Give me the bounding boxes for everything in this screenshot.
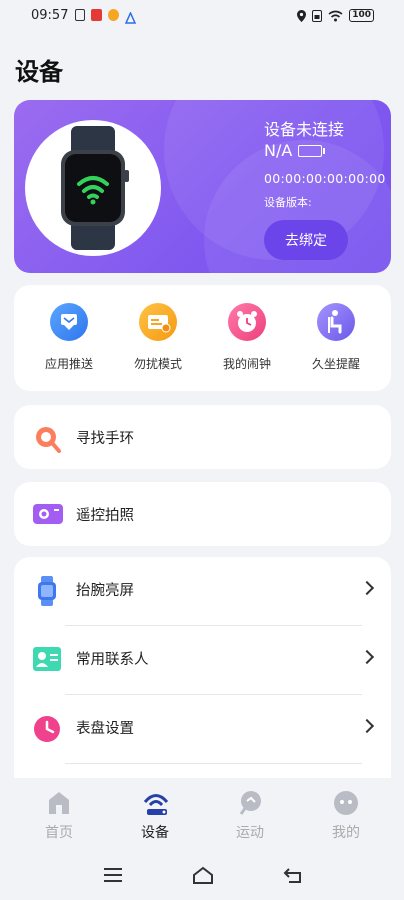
browser-app-icon [108, 9, 119, 21]
nav-label: 我的 [332, 825, 360, 841]
sim-icon [312, 9, 323, 22]
status-bar: 09:57 100 [0, 0, 404, 34]
nav-device[interactable]: 设备 [115, 790, 195, 842]
battery-text: N/A [264, 141, 293, 160]
nav-label: 首页 [45, 825, 73, 841]
settings-item-watch-face[interactable]: 表盘设置 [14, 695, 391, 763]
nav-label: 运动 [236, 825, 264, 841]
bottom-nav: 首页 设备 运动 我的 [0, 778, 404, 850]
quick-action-label: 久坐提醒 [311, 357, 360, 371]
quick-action-alarm[interactable]: 我的闹钟 [207, 303, 287, 372]
wrist-raise-icon [38, 576, 56, 606]
watch-image-circle [25, 120, 161, 256]
smartwatch-icon [61, 126, 129, 250]
bind-device-button[interactable]: 去绑定 [264, 220, 348, 260]
chevron-right-icon [359, 718, 375, 734]
alarm-clock-icon [228, 303, 266, 341]
status-time: 09:57 [31, 8, 69, 23]
settings-item-label: 表盘设置 [76, 721, 134, 737]
quick-action-label: 勿扰模式 [133, 357, 182, 371]
device-icon [142, 790, 169, 816]
settings-item-contacts[interactable]: 常用联系人 [14, 626, 391, 694]
sport-icon [237, 790, 263, 816]
connection-status: 设备未连接 [264, 120, 345, 139]
nav-label: 设备 [141, 825, 169, 841]
menu-icon[interactable] [104, 868, 122, 882]
sedentary-reminder-icon [317, 303, 355, 341]
settings-item-label: 抬腕亮屏 [76, 583, 134, 599]
device-card: 设备未连接 N/A 00:00:00:00:00:00 设备版本: 去绑定 [14, 100, 391, 273]
device-version: 设备版本: [264, 196, 312, 209]
remote-camera-label: 遥控拍照 [76, 508, 134, 524]
home-button-icon[interactable] [192, 866, 214, 884]
divider [65, 763, 362, 764]
battery-row: N/A [264, 141, 326, 160]
chevron-right-icon [359, 580, 375, 596]
profile-icon [333, 790, 359, 816]
notification-icons [75, 9, 137, 24]
page-title: 设备 [15, 58, 63, 86]
camera-icon [33, 504, 63, 524]
back-icon[interactable] [283, 867, 303, 883]
do-not-disturb-icon [139, 303, 177, 341]
quick-action-label: 我的闹钟 [222, 357, 271, 371]
system-status-icons: 100 [297, 9, 374, 22]
location-icon [297, 9, 307, 22]
search-icon [36, 427, 61, 453]
quick-action-sedentary[interactable]: 久坐提醒 [296, 303, 376, 372]
notification-app-icon [75, 9, 85, 21]
settings-item-label: 常用联系人 [76, 652, 149, 668]
nav-home[interactable]: 首页 [19, 790, 99, 842]
system-nav-bar [0, 850, 404, 900]
wifi-icon [328, 10, 343, 21]
battery-icon: 100 [349, 9, 374, 22]
nav-profile[interactable]: 我的 [306, 790, 386, 842]
device-battery-icon [298, 144, 326, 157]
alert-app-icon [124, 9, 137, 24]
remote-camera-row[interactable]: 遥控拍照 [14, 482, 391, 546]
quick-actions-card: 应用推送 勿扰模式 我的闹钟 久坐提醒 [14, 285, 391, 391]
settings-card: 抬腕亮屏 常用联系人 表盘设置 [14, 557, 391, 797]
chevron-right-icon [359, 649, 375, 665]
settings-item-wrist-raise[interactable]: 抬腕亮屏 [14, 557, 391, 625]
app-push-icon [50, 303, 88, 341]
mac-address: 00:00:00:00:00:00 [264, 171, 386, 186]
contacts-icon [33, 647, 61, 671]
watch-face-icon [34, 716, 60, 742]
quick-action-do-not-disturb[interactable]: 勿扰模式 [118, 303, 198, 372]
find-band-label: 寻找手环 [76, 431, 134, 447]
quick-action-label: 应用推送 [44, 357, 93, 371]
find-band-row[interactable]: 寻找手环 [14, 405, 391, 469]
news-app-icon [91, 9, 102, 21]
home-icon [46, 790, 72, 816]
nav-sport[interactable]: 运动 [210, 790, 290, 842]
quick-action-app-push[interactable]: 应用推送 [29, 303, 109, 372]
